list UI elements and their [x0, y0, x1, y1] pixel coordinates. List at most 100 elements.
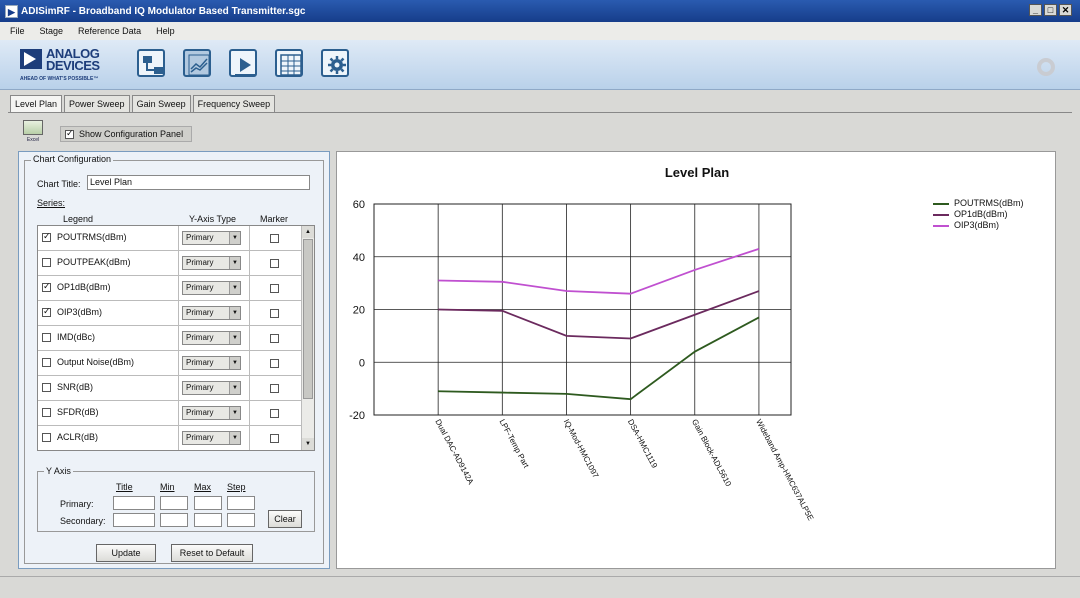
y-axis-type-select[interactable]: Primary ▼: [182, 331, 241, 345]
tab-divider: [8, 112, 1072, 113]
chevron-down-icon: ▼: [229, 382, 240, 394]
series-visible-checkbox[interactable]: [42, 231, 51, 242]
marker-column-header: Marker: [260, 214, 289, 224]
y-axis-type-select[interactable]: Primary ▼: [182, 281, 241, 295]
secondary-step-input[interactable]: [227, 513, 255, 527]
y-axis-max-header: Max: [194, 482, 212, 492]
y-axis-type-select[interactable]: Primary ▼: [182, 381, 241, 395]
legend-item: OP1dB(dBm): [933, 209, 1053, 220]
y-axis-type-select[interactable]: Primary ▼: [182, 406, 241, 420]
y-tick-label: 0: [359, 357, 365, 369]
x-tick-label: Dual DAC-AD9142A: [433, 418, 475, 487]
series-line: [438, 290, 760, 340]
legend-column-header: Legend: [63, 214, 94, 224]
y-axis-type-select[interactable]: Primary ▼: [182, 356, 241, 370]
secondary-title-input[interactable]: [113, 513, 155, 527]
update-button[interactable]: Update: [96, 544, 156, 562]
show-config-panel-toggle[interactable]: Show Configuration Panel: [60, 126, 192, 142]
run-button[interactable]: [229, 49, 257, 77]
series-list: POUTRMS(dBm) Primary▼ POUTPEAK(dBm) Primary…: [37, 225, 315, 451]
excel-export-button[interactable]: Excel: [20, 118, 46, 146]
clear-button[interactable]: Clear: [268, 510, 302, 528]
series-visible-checkbox[interactable]: [42, 258, 51, 267]
menu-help[interactable]: Help: [156, 26, 175, 36]
scroll-down-icon[interactable]: ▼: [302, 438, 314, 450]
marker-checkbox[interactable]: [270, 309, 279, 318]
series-line: [438, 247, 760, 295]
chart-title-input[interactable]: Level Plan: [87, 175, 310, 190]
menu-bar: File Stage Reference Data Help: [0, 22, 1080, 40]
series-visible-checkbox[interactable]: [42, 306, 51, 317]
menu-stage[interactable]: Stage: [40, 26, 64, 36]
y-axis-type-select[interactable]: Primary ▼: [182, 256, 241, 270]
marker-checkbox[interactable]: [270, 259, 279, 268]
tab-frequency-sweep[interactable]: Frequency Sweep: [192, 95, 276, 112]
legend-label: POUTRMS(dBm): [954, 198, 1024, 208]
reset-to-default-button[interactable]: Reset to Default: [171, 544, 253, 562]
series-visible-checkbox[interactable]: [42, 358, 51, 367]
x-tick-label: DSA-HMC1119: [626, 418, 660, 470]
marker-checkbox[interactable]: [270, 384, 279, 393]
series-name: SFDR(dB): [57, 407, 99, 417]
menu-reference-data[interactable]: Reference Data: [78, 26, 141, 36]
menu-file[interactable]: File: [10, 26, 25, 36]
show-config-panel-checkbox[interactable]: [65, 128, 74, 139]
y-axis-min-header: Min: [160, 482, 175, 492]
series-visible-checkbox[interactable]: [42, 383, 51, 392]
series-visible-checkbox[interactable]: [42, 433, 51, 442]
y-axis-type-select[interactable]: Primary ▼: [182, 231, 241, 245]
series-list-scrollbar[interactable]: ▲ ▼: [301, 226, 314, 450]
primary-min-input[interactable]: [160, 496, 188, 510]
logo-triangle-icon: [20, 49, 42, 69]
chart-view-button[interactable]: [183, 49, 211, 77]
series-visible-checkbox[interactable]: [42, 408, 51, 417]
tab-gain-sweep[interactable]: Gain Sweep: [131, 95, 191, 112]
analog-devices-logo: ANALOG DEVICES AHEAD OF WHAT'S POSSIBLE™: [20, 46, 100, 82]
y-axis-type-select[interactable]: Primary ▼: [182, 431, 241, 445]
marker-checkbox[interactable]: [270, 284, 279, 293]
series-row: POUTPEAK(dBm) Primary ▼: [38, 251, 302, 276]
primary-title-input[interactable]: [113, 496, 155, 510]
scroll-thumb[interactable]: [303, 239, 313, 399]
series-name: OP1dB(dBm): [57, 282, 111, 292]
series-visible-checkbox[interactable]: [42, 333, 51, 342]
series-visible-checkbox[interactable]: [42, 281, 51, 292]
window-title-bar: ▶ ADISimRF - Broadband IQ Modulator Base…: [0, 0, 1080, 22]
tab-power-sweep[interactable]: Power Sweep: [64, 95, 130, 112]
chevron-down-icon: ▼: [229, 432, 240, 444]
y-axis-type-select[interactable]: Primary ▼: [182, 306, 241, 320]
close-button[interactable]: ✕: [1059, 4, 1072, 16]
primary-step-input[interactable]: [227, 496, 255, 510]
series-label: Series:: [37, 198, 66, 208]
chart-icon: [188, 54, 210, 76]
primary-max-input[interactable]: [194, 496, 222, 510]
secondary-min-input[interactable]: [160, 513, 188, 527]
primary-axis-label: Primary:: [60, 499, 94, 509]
table-view-button[interactable]: [275, 49, 303, 77]
series-row: OP1dB(dBm) Primary▼: [38, 276, 302, 301]
play-icon: [235, 58, 255, 75]
marker-checkbox[interactable]: [270, 234, 279, 243]
tab-level-plan[interactable]: Level Plan: [10, 95, 63, 113]
settings-button[interactable]: [321, 49, 349, 77]
marker-checkbox[interactable]: [270, 359, 279, 368]
x-tick-label: Wideband Amp-HMC637ALP5E: [754, 418, 815, 522]
legend-label: OP1dB(dBm): [954, 209, 1008, 219]
chart-configuration-panel: Chart Configuration Chart Title: Level P…: [18, 151, 330, 569]
table-icon: [280, 54, 302, 76]
marker-checkbox[interactable]: [270, 409, 279, 418]
secondary-max-input[interactable]: [194, 513, 222, 527]
series-name: IMD(dBc): [57, 332, 95, 342]
chart-configuration-label: Chart Configuration: [31, 154, 114, 164]
y-axis-group: Y Axis Title Min Max Step Primary: Secon…: [37, 466, 315, 532]
series-row: OIP3(dBm) Primary▼: [38, 301, 302, 326]
marker-checkbox[interactable]: [270, 334, 279, 343]
minimize-button[interactable]: _: [1029, 4, 1042, 16]
chart-panel: Level Plan -20 0 20 40 60 Dual DAC-AD9142A LP…: [336, 151, 1056, 569]
marker-checkbox[interactable]: [270, 434, 279, 443]
stage-flow-button[interactable]: [137, 49, 165, 77]
scroll-up-icon[interactable]: ▲: [302, 226, 314, 238]
maximize-button[interactable]: □: [1044, 4, 1057, 16]
series-name: ACLR(dB): [57, 432, 99, 442]
y-axis-group-label: Y Axis: [44, 466, 73, 476]
